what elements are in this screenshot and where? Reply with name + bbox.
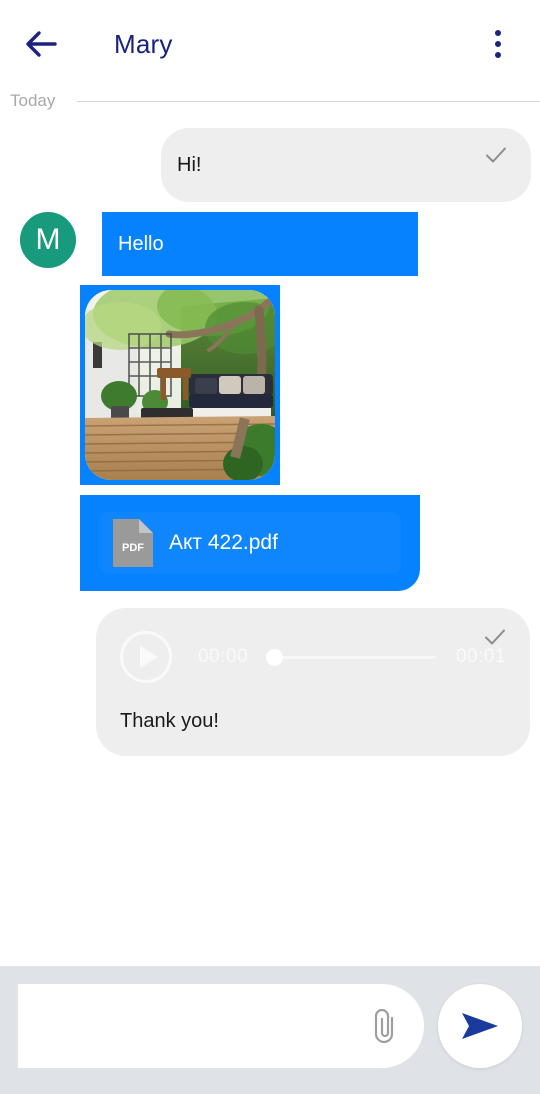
overflow-menu-button[interactable] [478, 22, 518, 66]
photo-thumbnail[interactable] [85, 290, 275, 480]
overflow-menu-icon [495, 52, 501, 58]
send-icon [462, 1013, 498, 1039]
message-bubble-outgoing-text[interactable]: Hi! [161, 128, 531, 202]
send-button[interactable] [438, 984, 522, 1068]
message-bubble-incoming-text[interactable]: Hello [102, 212, 418, 276]
message-text: Thank you! [120, 710, 219, 732]
audio-current-time: 00:00 [198, 646, 249, 667]
audio-progress-slider[interactable] [266, 648, 436, 666]
message-bubble-outgoing-audio[interactable]: 00:00 00:01 Thank you! [96, 608, 530, 756]
message-row-incoming-text: M Hello [10, 212, 418, 276]
play-icon [140, 646, 158, 668]
arrow-left-icon [26, 31, 57, 57]
photo-image [85, 290, 275, 480]
back-button[interactable] [24, 22, 68, 66]
file-attachment-card[interactable]: PDF Акт 422.pdf [99, 512, 401, 574]
bubble-body: Hi! [161, 128, 531, 202]
message-list[interactable]: Hi! M Hello PDF Акт 422.pdf 00:00 00:01 … [0, 120, 540, 966]
paperclip-icon [374, 1009, 394, 1043]
day-label: Today [10, 91, 56, 110]
avatar[interactable]: M [20, 212, 76, 268]
file-name: Акт 422.pdf [169, 531, 278, 554]
slider-thumb[interactable] [266, 648, 284, 666]
message-input-container[interactable] [18, 984, 424, 1068]
overflow-menu-icon [495, 41, 501, 47]
message-bubble-incoming-file[interactable]: PDF Акт 422.pdf [80, 495, 420, 591]
message-input[interactable] [18, 984, 364, 1068]
chat-header: Mary [0, 0, 540, 88]
pdf-label: PDF [122, 542, 144, 554]
day-divider: Today [0, 86, 540, 116]
slider-track [266, 655, 436, 659]
page-title: Mary [114, 28, 173, 59]
message-composer [0, 966, 540, 1094]
audio-player[interactable]: 00:00 00:01 [120, 624, 506, 690]
check-icon [486, 147, 506, 163]
message-text: Hi! [177, 153, 202, 176]
day-divider-line [77, 100, 540, 102]
message-bubble-incoming-image[interactable] [80, 285, 280, 485]
pdf-file-icon: PDF [113, 519, 153, 567]
avatar-letter: M [35, 223, 61, 256]
overflow-menu-icon [495, 30, 501, 36]
attach-button[interactable] [364, 1004, 408, 1048]
message-text: Hello [118, 232, 164, 255]
play-button[interactable] [120, 631, 172, 683]
check-icon [485, 629, 505, 645]
